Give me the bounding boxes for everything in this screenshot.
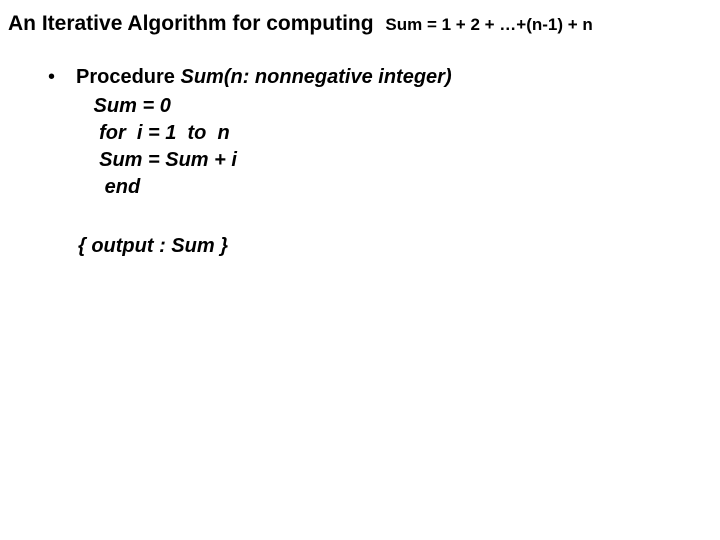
bullet-item: • Procedure Sum(n: nonnegative integer) — [48, 66, 712, 89]
bullet-dot-icon: • — [48, 66, 76, 89]
code-line: Sum = Sum + i — [88, 147, 712, 174]
code-block: Sum = 0 for i = 1 to n Sum = Sum + i end — [88, 93, 712, 201]
output-line: { output : Sum } — [78, 235, 712, 258]
code-line: for i = 1 to n — [88, 120, 712, 147]
slide-body: • Procedure Sum(n: nonnegative integer) … — [48, 66, 712, 258]
slide-title: An Iterative Algorithm for computing Sum… — [8, 10, 712, 38]
code-line: Sum = 0 — [88, 93, 712, 120]
procedure-keyword: Procedure — [76, 66, 180, 88]
title-formula: Sum = 1 + 2 + …+(n-1) + n — [385, 15, 592, 34]
procedure-declaration: Procedure Sum(n: nonnegative integer) — [76, 66, 452, 89]
code-line: end — [88, 174, 712, 201]
procedure-signature: Sum(n: nonnegative integer) — [180, 66, 451, 88]
title-main: An Iterative Algorithm for computing — [8, 12, 374, 35]
